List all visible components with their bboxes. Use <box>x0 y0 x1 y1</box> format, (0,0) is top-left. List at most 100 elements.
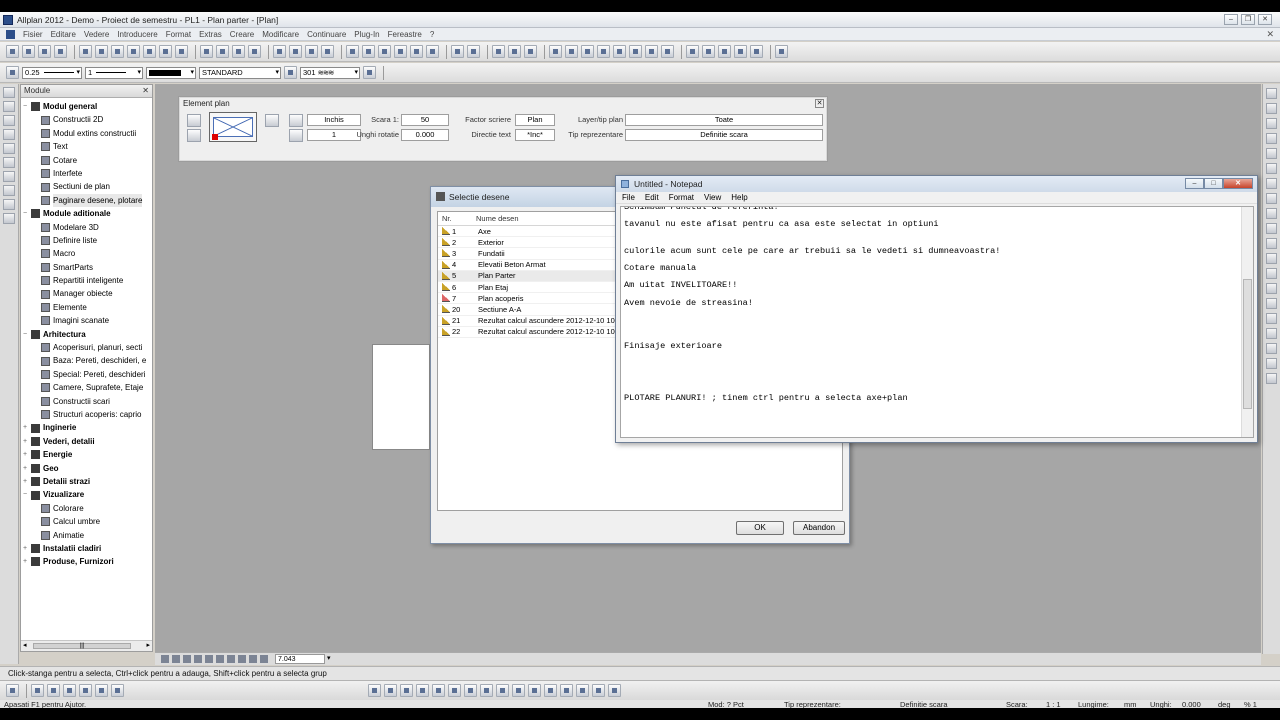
zoom-dropdown-icon[interactable]: ▾ <box>327 653 331 665</box>
right-tool-icon[interactable] <box>1266 178 1277 189</box>
scroll-right-icon[interactable]: ▸ <box>146 641 150 651</box>
menu-item[interactable]: Extras <box>195 30 226 39</box>
scroll-left-icon[interactable]: ◂ <box>23 641 27 651</box>
zoom-window-icon[interactable] <box>194 655 202 663</box>
notepad-menu-item[interactable]: Format <box>669 192 694 203</box>
menu-item[interactable]: Format <box>162 30 195 39</box>
right-tool-icon[interactable] <box>1266 373 1277 384</box>
module-tree-node[interactable]: Cotare <box>21 154 152 167</box>
module-panel-close-icon[interactable]: ✕ <box>142 85 149 97</box>
notepad-menu-item[interactable]: View <box>704 192 721 203</box>
right-tool-icon[interactable] <box>1266 223 1277 234</box>
toolbar-tool-icon[interactable] <box>200 45 213 58</box>
bottom-tool-icon[interactable] <box>95 684 108 697</box>
module-tree-node[interactable]: + Produse, Furnizori <box>21 555 152 568</box>
notepad-minimize-button[interactable]: – <box>1185 178 1204 189</box>
module-tree-node[interactable]: Modul extins constructii <box>21 127 152 140</box>
toolbar-tool-icon[interactable] <box>613 45 626 58</box>
module-tree-node[interactable]: − Module aditionale <box>21 207 152 220</box>
module-tree-node[interactable]: Imagini scanate <box>21 314 152 327</box>
toolbar-tool-icon[interactable] <box>645 45 658 58</box>
right-tool-icon[interactable] <box>1266 343 1277 354</box>
toolbar-tool-icon[interactable] <box>175 45 188 58</box>
restore-button[interactable]: ❐ <box>1241 14 1255 25</box>
left-tool-icon[interactable] <box>3 185 15 196</box>
right-tool-icon[interactable] <box>1266 103 1277 114</box>
module-tree-node[interactable]: Sectiuni de plan <box>21 180 152 193</box>
toolbar-tool-icon[interactable] <box>6 45 19 58</box>
bottom-tool-icon[interactable] <box>47 684 60 697</box>
pen-thickness-select[interactable]: 0.25 <box>22 66 82 79</box>
toolbar-tool-icon[interactable] <box>159 45 172 58</box>
construction-tool-icon[interactable] <box>560 684 573 697</box>
toolbar-tool-icon[interactable] <box>273 45 286 58</box>
right-tool-icon[interactable] <box>1266 298 1277 309</box>
layer-select[interactable]: STANDARD <box>199 66 281 79</box>
tip-reprezentare-field[interactable]: Definitie scara <box>625 129 823 141</box>
right-tool-icon[interactable] <box>1266 163 1277 174</box>
bottom-tool-icon[interactable] <box>111 684 124 697</box>
right-tool-icon[interactable] <box>1266 283 1277 294</box>
construction-tool-icon[interactable] <box>416 684 429 697</box>
toolbar-tool-icon[interactable] <box>581 45 594 58</box>
left-tool-icon[interactable] <box>3 87 15 98</box>
notepad-text-area[interactable]: Schimbam Punctul de referinta! tavanul n… <box>620 206 1254 438</box>
menu-item[interactable]: Vedere <box>80 30 113 39</box>
toolbar-tool-icon[interactable] <box>22 45 35 58</box>
construction-tool-icon[interactable] <box>432 684 445 697</box>
module-tree-node[interactable]: − Vizualizare <box>21 488 152 501</box>
toolbar-tool-icon[interactable] <box>467 45 480 58</box>
module-tree-node[interactable]: Macro <box>21 247 152 260</box>
view-next-icon[interactable] <box>249 655 257 663</box>
minimize-button[interactable]: – <box>1224 14 1238 25</box>
menu-item[interactable]: Modificare <box>258 30 303 39</box>
module-tree-node[interactable]: + Inginerie <box>21 421 152 434</box>
toolbar-tool-icon[interactable] <box>524 45 537 58</box>
tree-expander-icon[interactable]: − <box>21 100 29 113</box>
notepad-menu-item[interactable]: Help <box>731 192 747 203</box>
element-plan-close-icon[interactable]: ✕ <box>815 99 824 108</box>
module-tree-node[interactable]: + Geo <box>21 462 152 475</box>
left-tool-icon[interactable] <box>3 157 15 168</box>
module-tree-node[interactable]: + Energie <box>21 448 152 461</box>
menu-item[interactable]: Fereastre <box>384 30 426 39</box>
menu-item[interactable]: Continuare <box>303 30 350 39</box>
right-tool-icon[interactable] <box>1266 253 1277 264</box>
module-tree-node[interactable]: − Modul general <box>21 100 152 113</box>
document-icon[interactable] <box>6 29 15 39</box>
menu-item[interactable]: Creare <box>226 30 258 39</box>
bottom-tool-icon[interactable] <box>6 684 19 697</box>
toolbar-tool-icon[interactable] <box>718 45 731 58</box>
toolbar-tool-icon[interactable] <box>775 45 788 58</box>
pen-tool-icon[interactable] <box>6 66 19 79</box>
tree-expander-icon[interactable]: + <box>21 421 29 434</box>
zoom-out-icon[interactable] <box>205 655 213 663</box>
notepad-menu-item[interactable]: File <box>622 192 635 203</box>
left-tool-icon[interactable] <box>3 213 15 224</box>
module-tree-node[interactable]: + Instalatii cladiri <box>21 542 152 555</box>
toolbar-tool-icon[interactable] <box>565 45 578 58</box>
left-tool-icon[interactable] <box>3 101 15 112</box>
construction-tool-icon[interactable] <box>496 684 509 697</box>
module-tree-node[interactable]: Calcul umbre <box>21 515 152 528</box>
construction-tool-icon[interactable] <box>384 684 397 697</box>
element-plan-settings-icon[interactable] <box>265 114 279 127</box>
toolbar-tool-icon[interactable] <box>346 45 359 58</box>
toolbar-tool-icon[interactable] <box>492 45 505 58</box>
module-tree-node[interactable]: Constructii scari <box>21 395 152 408</box>
zoom-in-icon[interactable] <box>216 655 224 663</box>
module-tree-node[interactable]: + Vederi, detalii <box>21 435 152 448</box>
construction-tool-icon[interactable] <box>464 684 477 697</box>
module-tree-node[interactable]: Paginare desene, plotare <box>21 193 152 208</box>
toolbar-tool-icon[interactable] <box>321 45 334 58</box>
notepad-scroll-thumb[interactable] <box>1243 279 1252 409</box>
module-tree-node[interactable]: SmartParts <box>21 261 152 274</box>
toolbar-tool-icon[interactable] <box>232 45 245 58</box>
toolbar-tool-icon[interactable] <box>248 45 261 58</box>
right-tool-icon[interactable] <box>1266 208 1277 219</box>
module-tree-hscroll[interactable]: ◂ ||| ▸ <box>21 640 152 651</box>
construction-tool-icon[interactable] <box>544 684 557 697</box>
construction-tool-icon[interactable] <box>512 684 525 697</box>
directie-text-field[interactable]: *Inc* <box>515 129 555 141</box>
left-tool-icon[interactable] <box>3 143 15 154</box>
